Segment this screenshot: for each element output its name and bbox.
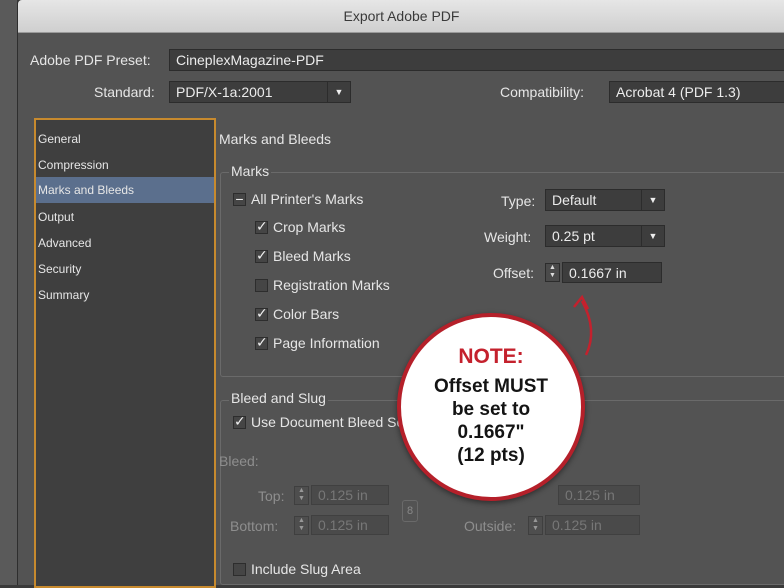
weight-label: Weight: xyxy=(484,229,532,245)
offset-note-callout: NOTE: Offset MUST be set to 0.1667" (12 … xyxy=(397,313,585,501)
background-page-strip xyxy=(0,0,17,585)
registration-marks-label: Registration Marks xyxy=(273,277,390,293)
crop-marks-checkbox[interactable]: ✓ xyxy=(255,219,268,234)
standard-label: Standard: xyxy=(94,84,155,100)
bleed-label: Bleed: xyxy=(219,453,259,469)
top-input[interactable]: 0.125 in xyxy=(311,485,389,505)
sidebar-item-security[interactable]: Security xyxy=(36,256,214,282)
standard-select[interactable]: PDF/X-1a:2001 ▼ xyxy=(169,81,351,103)
offset-input[interactable]: 0.1667 in xyxy=(562,262,662,283)
sidebar-item-marks-and-bleeds[interactable]: Marks and Bleeds xyxy=(36,177,214,203)
all-printers-marks-label: All Printer's Marks xyxy=(251,191,364,207)
preset-select[interactable]: CineplexMagazine-PDF xyxy=(169,49,784,71)
preset-label: Adobe PDF Preset: xyxy=(30,52,151,68)
sidebar-item-advanced[interactable]: Advanced xyxy=(36,230,214,256)
include-slug-checkbox[interactable] xyxy=(233,563,246,576)
compatibility-value: Acrobat 4 (PDF 1.3) xyxy=(616,84,741,100)
bleed-slug-group-title: Bleed and Slug xyxy=(229,390,328,406)
note-body: Offset MUST be set to 0.1667" (12 pts) xyxy=(434,376,548,466)
inside-value: 0.125 in xyxy=(565,487,615,503)
outside-label: Outside: xyxy=(464,518,517,534)
chevron-down-icon: ▼ xyxy=(641,190,664,210)
sidebar-item-compression[interactable]: Compression xyxy=(36,152,214,178)
bleed-marks-label: Bleed Marks xyxy=(273,248,351,264)
type-value: Default xyxy=(552,192,597,208)
page-information-checkbox[interactable]: ✓ xyxy=(255,335,268,350)
category-sidebar: General Compression Marks and Bleeds Out… xyxy=(34,118,216,588)
sidebar-item-summary[interactable]: Summary xyxy=(36,282,214,308)
section-title: Marks and Bleeds xyxy=(219,131,332,147)
bleed-marks-checkbox[interactable]: ✓ xyxy=(255,248,268,263)
export-pdf-dialog: Export Adobe PDF Adobe PDF Preset: Cinep… xyxy=(17,0,784,588)
sidebar-item-general[interactable]: General xyxy=(36,126,214,152)
weight-select[interactable]: 0.25 pt ▼ xyxy=(545,225,665,247)
marks-group-title: Marks xyxy=(229,163,272,179)
include-slug-label: Include Slug Area xyxy=(251,561,361,577)
type-label: Type: xyxy=(501,193,536,209)
color-bars-checkbox[interactable]: ✓ xyxy=(255,306,268,321)
note-title: NOTE: xyxy=(458,345,524,368)
bottom-input[interactable]: 0.125 in xyxy=(311,515,389,535)
link-icon[interactable]: 8 xyxy=(402,500,418,522)
compatibility-label: Compatibility: xyxy=(500,84,585,100)
bottom-label: Bottom: xyxy=(230,518,279,534)
outside-value: 0.125 in xyxy=(552,517,602,533)
offset-label: Offset: xyxy=(493,265,534,281)
sidebar-item-output[interactable]: Output xyxy=(36,204,214,230)
standard-value: PDF/X-1a:2001 xyxy=(176,84,273,100)
bottom-stepper[interactable]: ▲ ▼ xyxy=(294,516,309,535)
offset-stepper[interactable]: ▲ ▼ xyxy=(545,263,560,282)
preset-value: CineplexMagazine-PDF xyxy=(176,52,324,68)
inside-input[interactable]: 0.125 in xyxy=(558,485,640,505)
top-stepper[interactable]: ▲ ▼ xyxy=(294,486,309,505)
outside-stepper[interactable]: ▲ ▼ xyxy=(528,516,543,535)
compatibility-select[interactable]: Acrobat 4 (PDF 1.3) xyxy=(609,81,784,103)
registration-marks-checkbox[interactable] xyxy=(255,279,268,292)
weight-value: 0.25 pt xyxy=(552,228,595,244)
use-document-bleed-checkbox[interactable]: ✓ xyxy=(233,414,246,429)
top-value: 0.125 in xyxy=(318,487,368,503)
color-bars-label: Color Bars xyxy=(273,306,340,322)
page-information-label: Page Information xyxy=(273,335,380,351)
outside-input[interactable]: 0.125 in xyxy=(545,515,640,535)
top-label: Top: xyxy=(258,488,285,504)
offset-value: 0.1667 in xyxy=(569,264,627,281)
chevron-down-icon: ▼ xyxy=(641,226,664,246)
window-title: Export Adobe PDF xyxy=(18,0,784,33)
bottom-value: 0.125 in xyxy=(318,517,368,533)
crop-marks-label: Crop Marks xyxy=(273,219,346,235)
all-printers-marks-checkbox[interactable]: − xyxy=(233,192,246,206)
type-select[interactable]: Default ▼ xyxy=(545,189,665,211)
chevron-down-icon: ▼ xyxy=(327,82,350,102)
